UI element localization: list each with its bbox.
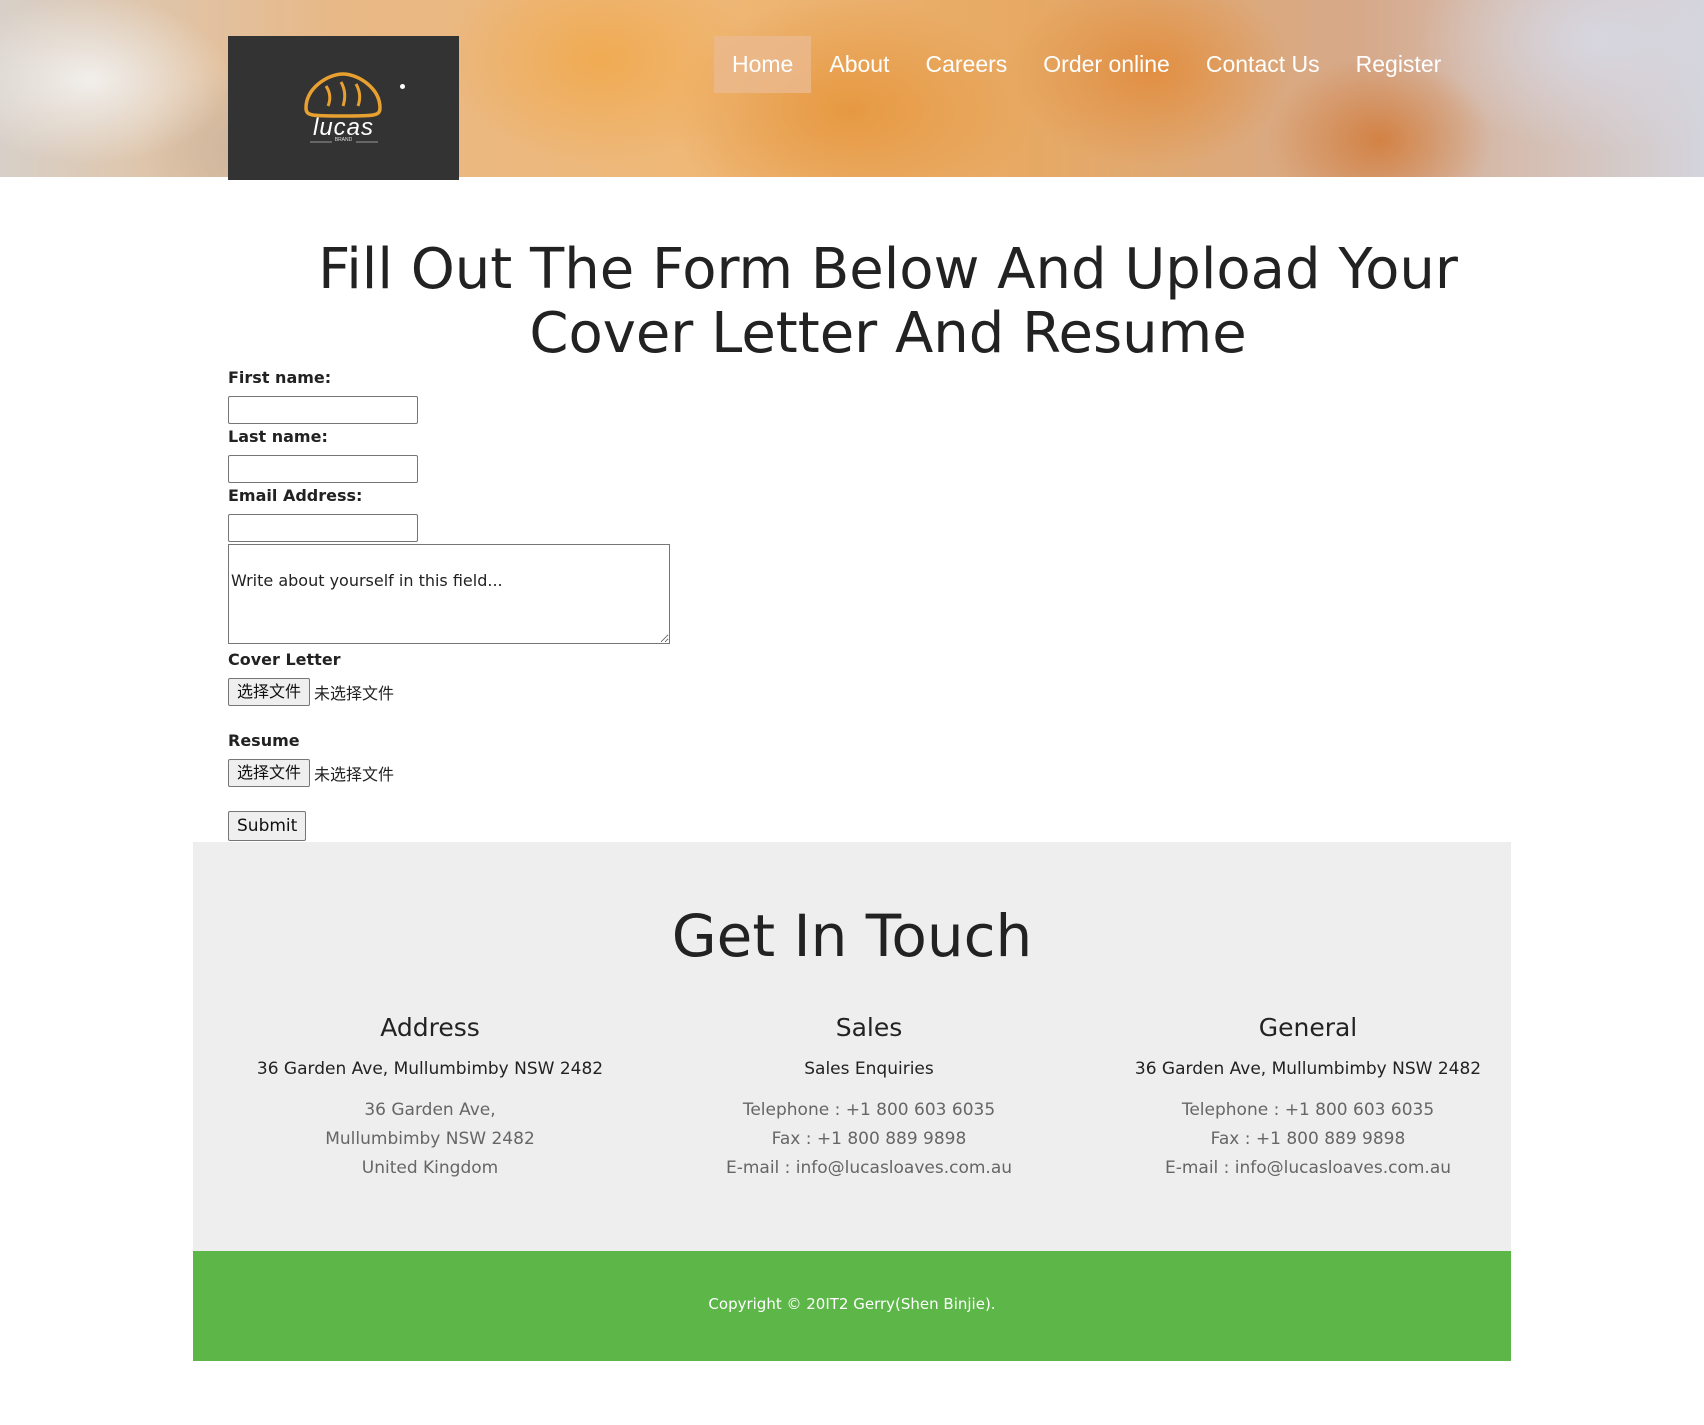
first-name-input[interactable] [228, 396, 418, 424]
cover-letter-choose-button[interactable]: 选择文件 [228, 678, 311, 706]
email-label: Email Address: [228, 486, 363, 505]
brand-logo[interactable]: lucas BRAND [228, 36, 459, 180]
first-name-label: First name: [228, 368, 332, 387]
hero-banner: lucas BRAND Home About Careers Order onl… [0, 0, 1704, 180]
resume-file-status: 未选择文件 [314, 765, 395, 784]
column-subheading: 36 Garden Ave, Mullumbimby NSW 2482 [256, 1059, 604, 1079]
cover-letter-label: Cover Letter [228, 650, 341, 669]
column-heading: Sales [835, 1013, 903, 1042]
contact-column-address: Address 36 Garden Ave, Mullumbimby NSW 2… [210, 1012, 650, 1183]
about-yourself-textarea[interactable]: Write about yourself in this field... [228, 544, 670, 644]
contact-section: Get In Touch Address 36 Garden Ave, Mull… [193, 842, 1511, 1251]
cover-letter-file-status: 未选择文件 [314, 684, 395, 703]
column-subheading: Sales Enquiries [804, 1059, 934, 1079]
submit-button[interactable]: Submit [228, 811, 307, 841]
site-footer: Copyright © 20IT2 Gerry(Shen Binjie). [193, 1251, 1511, 1361]
nav-about[interactable]: About [811, 36, 907, 93]
column-line: Fax : +1 800 889 9898 [1210, 1129, 1406, 1149]
column-line: Fax : +1 800 889 9898 [771, 1129, 967, 1149]
main-nav: Home About Careers Order online Contact … [714, 36, 1459, 93]
column-line[interactable]: E-mail : info@lucasloaves.com.au [1088, 1154, 1528, 1183]
page-title: Fill Out The Form Below And Upload Your … [318, 237, 1458, 366]
column-line: 36 Garden Ave, [364, 1100, 496, 1120]
column-heading: General [1258, 1013, 1358, 1042]
column-subheading: 36 Garden Ave, Mullumbimby NSW 2482 [1134, 1059, 1482, 1079]
bread-icon [304, 72, 382, 143]
contact-title: Get In Touch [671, 902, 1033, 970]
nav-home[interactable]: Home [714, 36, 812, 93]
nav-register[interactable]: Register [1338, 36, 1460, 93]
column-line: Telephone : +1 800 603 6035 [1181, 1100, 1435, 1120]
last-name-label: Last name: [228, 427, 328, 446]
column-line: United Kingdom [361, 1158, 499, 1178]
copyright-text: Copyright © 20IT2 Gerry(Shen Binjie). [708, 1295, 996, 1313]
resume-label: Resume [228, 731, 300, 750]
column-line: Telephone : +1 800 603 6035 [742, 1100, 996, 1120]
contact-column-general: General 36 Garden Ave, Mullumbimby NSW 2… [1088, 1012, 1528, 1183]
contact-column-sales: Sales Sales Enquiries Telephone : +1 800… [649, 1012, 1089, 1183]
column-heading: Address [380, 1013, 480, 1042]
resume-file-input: 选择文件 未选择文件 [228, 759, 394, 787]
logo-dot [400, 84, 405, 89]
resume-choose-button[interactable]: 选择文件 [228, 759, 311, 787]
column-line: Mullumbimby NSW 2482 [325, 1129, 535, 1149]
last-name-input[interactable] [228, 455, 418, 483]
nav-order-online[interactable]: Order online [1025, 36, 1188, 93]
column-line[interactable]: E-mail : info@lucasloaves.com.au [649, 1154, 1089, 1183]
logo-subtitle: BRAND [334, 137, 353, 143]
nav-careers[interactable]: Careers [907, 36, 1025, 93]
nav-contact-us[interactable]: Contact Us [1188, 36, 1338, 93]
email-input[interactable] [228, 514, 418, 542]
cover-letter-file-input: 选择文件 未选择文件 [228, 678, 394, 706]
